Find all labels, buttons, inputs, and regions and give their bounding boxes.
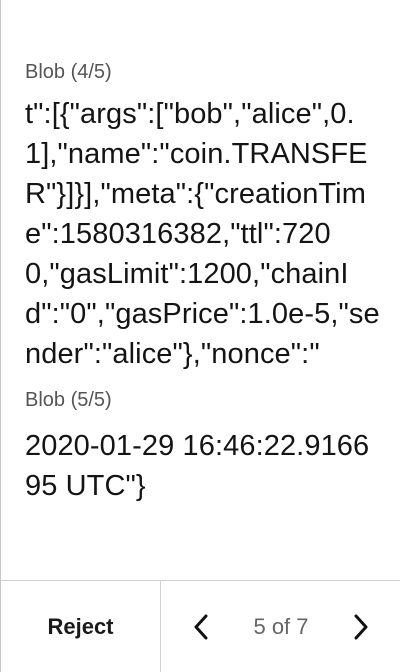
blob-4-text: t":[{"args":["bob","alice",0.1],"name":"… xyxy=(25,98,380,370)
blob-4-label: Blob (4/5) xyxy=(25,61,112,83)
bottom-bar: Reject 5 of 7 xyxy=(1,580,400,672)
blob-content: Blob (4/5) t":[{"args":["bob","alice",0.… xyxy=(25,58,381,506)
pager: 5 of 7 xyxy=(161,581,400,672)
blob-5-label: Blob (5/5) xyxy=(25,389,112,411)
reject-button[interactable]: Reject xyxy=(1,581,161,672)
blob-5-text: 2020-01-29 16:46:22.916695 UTC"} xyxy=(25,430,370,502)
chevron-left-icon[interactable] xyxy=(189,612,213,642)
review-screen: Blob (4/5) t":[{"args":["bob","alice",0.… xyxy=(0,0,400,672)
chevron-right-icon[interactable] xyxy=(349,612,373,642)
page-indicator: 5 of 7 xyxy=(253,613,309,639)
